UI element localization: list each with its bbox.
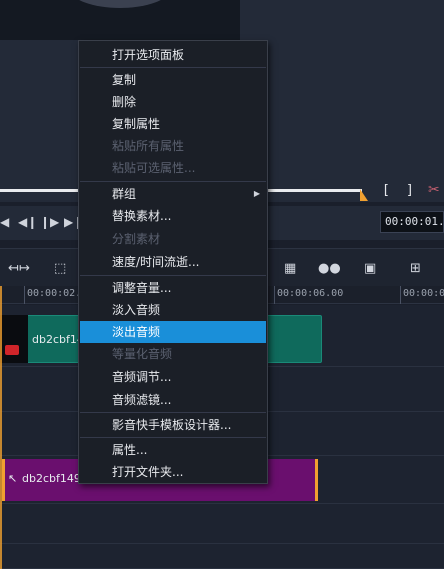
playhead[interactable]: [0, 286, 2, 569]
previous-icon[interactable]: ◀: [0, 215, 9, 229]
ruler-label: 00:00:06.00: [277, 288, 344, 299]
menu-item-copy[interactable]: 复制: [80, 69, 266, 91]
ruler-tick: [274, 286, 275, 304]
thumbnail-image: [5, 345, 19, 355]
layout-icon[interactable]: ⊞: [410, 261, 421, 276]
menu-separator: [80, 437, 266, 438]
menu-item-speed-time-lapse[interactable]: 速度/时间流逝...: [80, 251, 266, 273]
context-menu: 打开选项面板 复制 删除 复制属性 粘贴所有属性 粘贴可选属性... 群组 ▶ …: [78, 40, 268, 484]
menu-item-audio-filter[interactable]: 音频滤镜...: [80, 389, 266, 411]
preview-image: [70, 0, 170, 8]
split-scissors-icon[interactable]: ✂: [428, 182, 440, 198]
menu-item-open-options[interactable]: 打开选项面板: [80, 44, 266, 66]
menu-item-paste-selected-attributes: 粘贴可选属性...: [112, 161, 196, 175]
menu-item-fade-out-audio[interactable]: 淡出音频: [80, 321, 266, 343]
video-clip-thumbnail: [0, 315, 28, 363]
menu-item-delete[interactable]: 删除: [80, 91, 266, 113]
menu-item-label: 群组: [112, 187, 137, 201]
step-back-icon[interactable]: ◀❙: [18, 215, 37, 229]
fit-timeline-icon[interactable]: ↤↦: [8, 261, 30, 276]
preview-video: [0, 0, 240, 40]
timecode-display[interactable]: 00:00:01.0: [380, 211, 444, 233]
menu-item-fade-in-audio[interactable]: 淡入音频: [80, 299, 266, 321]
menu-item-template-designer[interactable]: 影音快手模板设计器...: [80, 414, 266, 436]
color-dots-icon[interactable]: ●●: [318, 261, 341, 276]
menu-item-copy-attributes[interactable]: 复制属性: [80, 113, 266, 135]
mark-out-button[interactable]: ]: [406, 183, 414, 198]
music-track[interactable]: [0, 504, 444, 544]
menu-item-group[interactable]: 群组 ▶: [80, 183, 266, 205]
menu-item-paste-all-attributes: 粘贴所有属性: [112, 139, 185, 153]
title-icon[interactable]: ▣: [364, 261, 376, 276]
menu-item-normalize-audio: 等量化音频: [112, 347, 173, 361]
menu-item-split-clip: 分割素材: [112, 232, 161, 246]
mark-in-button[interactable]: [: [382, 183, 390, 198]
storyboard-icon[interactable]: ▦: [284, 261, 296, 276]
menu-item-replace-clip[interactable]: 替换素材...: [80, 205, 266, 227]
empty-track[interactable]: [0, 544, 444, 569]
ruler-label: 00:00:08: [403, 288, 444, 299]
menu-item-open-folder[interactable]: 打开文件夹...: [80, 461, 266, 483]
menu-separator: [80, 181, 266, 182]
menu-item-adjust-volume[interactable]: 调整音量...: [80, 277, 266, 299]
video-clip-label: db2cbf14: [32, 333, 84, 346]
step-forward-icon[interactable]: ❙▶: [40, 215, 59, 229]
ruler-tick: [24, 286, 25, 304]
menu-separator: [80, 275, 266, 276]
menu-separator: [80, 67, 266, 68]
menu-item-properties[interactable]: 属性...: [80, 439, 266, 461]
menu-separator: [80, 412, 266, 413]
menu-item-audio-adjust[interactable]: 音频调节...: [80, 366, 266, 388]
submenu-arrow-icon: ▶: [253, 189, 260, 198]
audio-clip-icon: ↖: [8, 472, 18, 485]
aspect-ratio-icon[interactable]: ⬚: [54, 261, 66, 276]
ruler-tick: [400, 286, 401, 304]
